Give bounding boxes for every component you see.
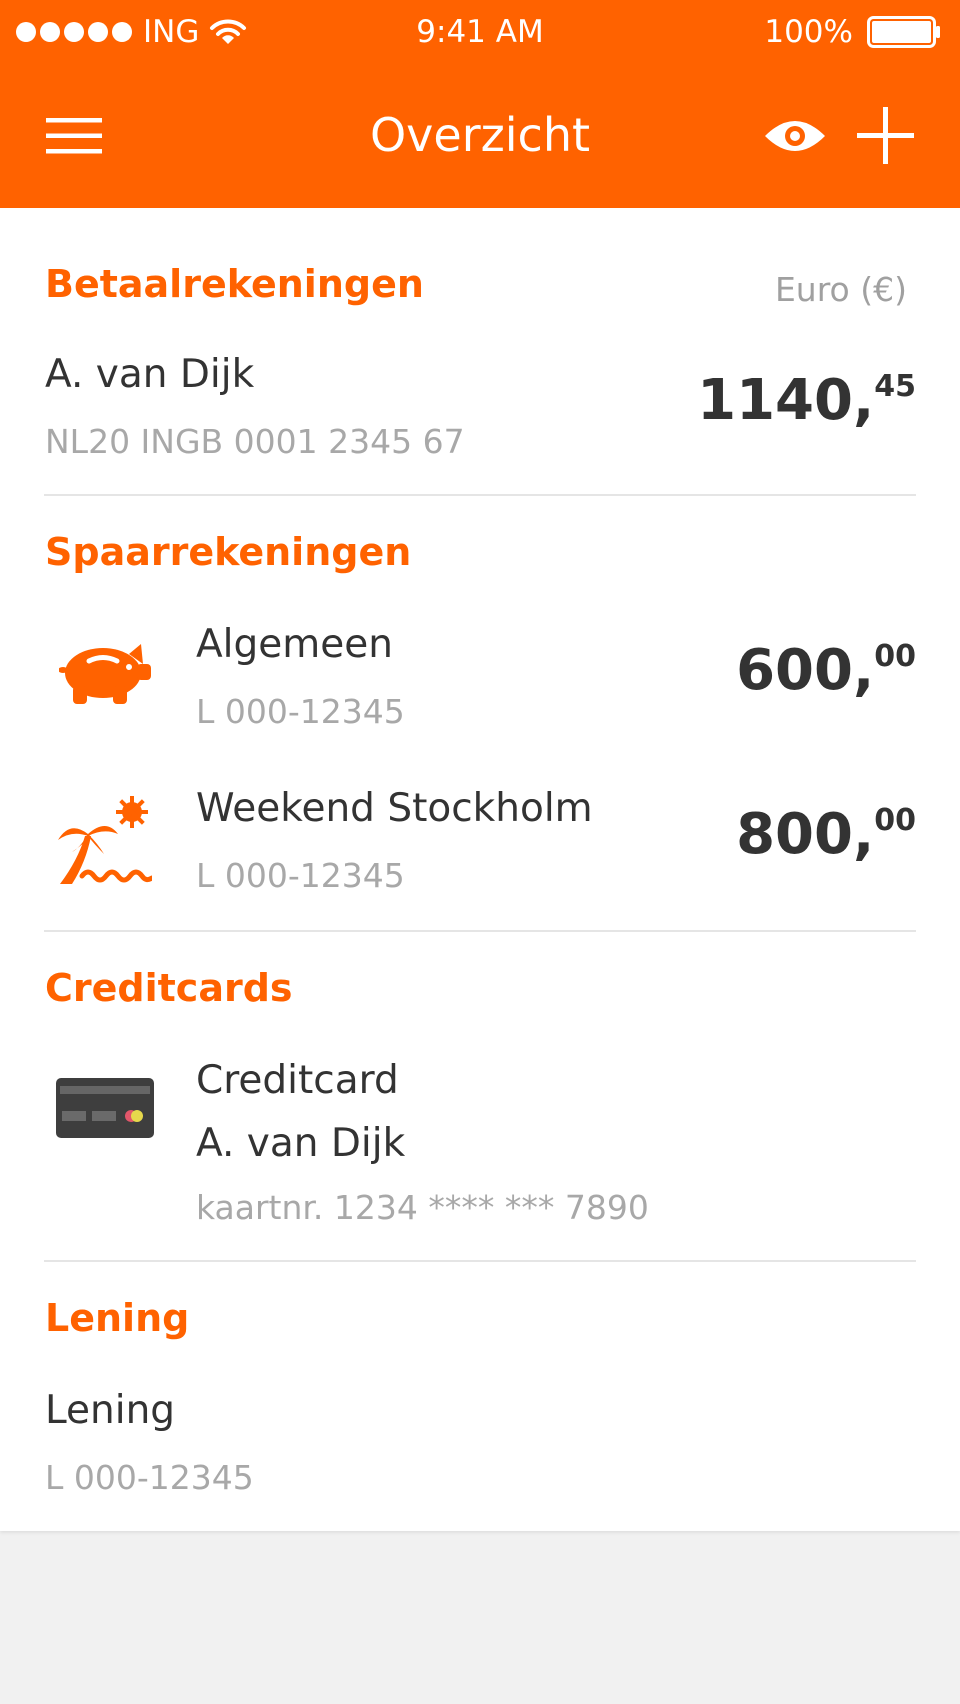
card-number: kaartnr. 1234 **** *** 7890 [196, 1188, 649, 1227]
section-title-creditcards: Creditcards [45, 966, 293, 1010]
account-balance: 1140,45 [697, 368, 916, 433]
palm-tree-sun-icon [58, 796, 152, 884]
status-right: 100% [764, 14, 941, 50]
divider [44, 930, 916, 932]
battery-percentage: 100% [764, 14, 853, 50]
status-bar: ING 9:41 AM 100% [0, 0, 960, 66]
plus-icon[interactable] [857, 107, 914, 164]
battery-icon [867, 16, 940, 48]
account-number: L 000-12345 [196, 692, 405, 731]
credit-card-icon [56, 1078, 154, 1138]
account-name: Lening [45, 1388, 176, 1433]
account-number: L 000-12345 [45, 1458, 254, 1497]
account-balance: 800,00 [736, 802, 916, 867]
currency-label: Euro (€) [774, 270, 907, 309]
accounts-overview: Betaalrekeningen Euro (€) A. van Dijk NL… [0, 208, 960, 1531]
account-balance: 600,00 [736, 638, 916, 703]
eye-icon[interactable] [763, 116, 827, 156]
account-number: L 000-12345 [196, 856, 405, 895]
section-title-lening: Lening [45, 1296, 190, 1340]
navigation-bar: Overzicht [0, 96, 960, 178]
header-bar: ING 9:41 AM 100% Overzicht [0, 0, 960, 208]
card-holder: A. van Dijk [196, 1121, 406, 1166]
section-title-spaarrekeningen: Spaarrekeningen [45, 530, 412, 574]
card-title: Creditcard [196, 1058, 399, 1103]
piggy-bank-icon [59, 644, 151, 704]
account-name: Weekend Stockholm [196, 786, 593, 831]
account-number: NL20 INGB 0001 2345 67 [45, 422, 465, 461]
divider [44, 494, 916, 496]
account-name: Algemeen [196, 622, 393, 667]
account-name: A. van Dijk [45, 352, 255, 397]
divider [44, 1260, 916, 1262]
section-title-betaalrekeningen: Betaalrekeningen [45, 262, 424, 306]
